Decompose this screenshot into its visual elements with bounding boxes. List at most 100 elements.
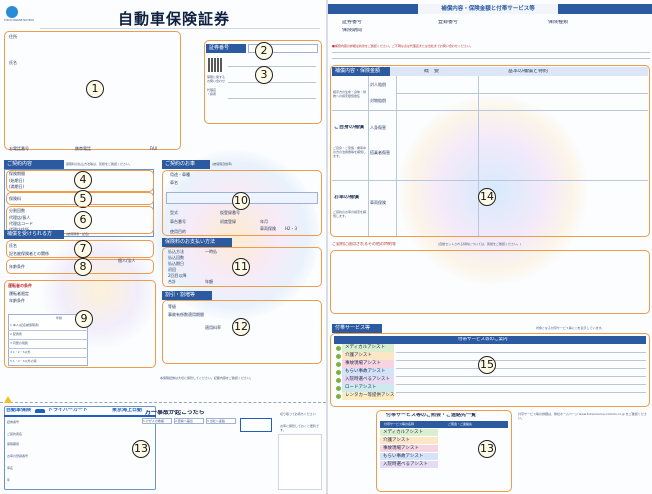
accident-title: 万一事故が起こったら: [145, 410, 205, 415]
payment-row: 初回: [168, 267, 176, 272]
mobile-label: 携帯電話: [75, 146, 91, 151]
service-item: メディカルアシスト: [342, 344, 394, 352]
marker-14: 14: [478, 188, 496, 206]
coverage-page: 補償内容・保険金額と付帯サービス等 証券番号 登録番号 保険期間 保険種類 ■補…: [328, 0, 652, 494]
service-contact-item: 入院時選べるアシスト: [380, 461, 438, 468]
marker-11: 11: [232, 258, 250, 276]
marker-2: 2: [255, 42, 273, 60]
marker-7: 7: [74, 240, 92, 258]
service-item: 事故現場アシスト: [342, 360, 394, 368]
marker-6: 6: [74, 211, 92, 229]
service-contacts-side-note: 付帯サービス等の詳細は、弊社ホームページ www.tokiomarine-nic…: [518, 412, 647, 420]
accident-step-label: 3.当社へ連絡: [207, 419, 225, 423]
card-field: ご契約者名: [7, 432, 23, 436]
other-clauses-note: (自動セットされる特約については、別紙をご確認ください。): [438, 242, 522, 246]
services-header: 付帯サービス等: [332, 324, 382, 333]
insured-name-label: 氏名: [9, 243, 17, 248]
cert-label: 証券番号: [342, 20, 363, 25]
coverage-side-text: ご自身・ご家族・乗車中の方の治療費等を補償します。: [333, 146, 367, 158]
premium-label: 保険料: [9, 196, 21, 201]
driver-table-row: 3 同居の親族: [10, 341, 28, 345]
vehicle-extra: H2・3: [285, 226, 298, 231]
address-label: 住所: [9, 34, 17, 39]
page-title: 自動車保険証券: [118, 10, 231, 28]
marker-3: 3: [255, 66, 273, 84]
marker-13-right: 13: [478, 440, 496, 458]
service-contact-item: 事故現場アシスト: [380, 445, 438, 452]
agent-code-label: 代理店コード: [9, 221, 33, 226]
driver-table-row: 2 配偶者: [10, 332, 22, 336]
period-label: 保険期間: [9, 171, 25, 176]
insured-type-label: 保険種類: [548, 20, 569, 25]
marker-12: 12: [232, 318, 250, 336]
discount-header: 割引・割増等: [162, 291, 212, 300]
card-field: 保険期間: [7, 442, 20, 446]
insured-header: 補償を受けられる方: [4, 230, 64, 239]
contact-line-2: お問い合わせ: [207, 79, 226, 83]
payment-extra: 一時払: [205, 249, 217, 254]
payment-row: 払込回数: [168, 255, 184, 260]
coverage-group-title: 車両保険: [370, 200, 386, 205]
cut-line: [0, 402, 326, 403]
service-item: もらい事故アシスト: [342, 368, 394, 376]
agent-label: 代理店/扱人: [9, 215, 31, 220]
service-contact-item: メディカルアシスト: [380, 429, 438, 436]
marker-4: 4: [74, 171, 92, 189]
vehicle-row: 車名: [170, 180, 178, 185]
fax-label: FAX: [150, 146, 158, 151]
payment-row: 払込方法: [168, 249, 184, 254]
card-company: 東京海上日動: [112, 408, 143, 413]
service-contact-item: 介護アシスト: [380, 437, 438, 444]
service-contacts-col-name: 付帯サービス等の名称: [384, 422, 415, 426]
coverage-group-title: ご自身の補償: [334, 125, 365, 130]
marker-9: 9: [75, 310, 93, 328]
company-logo: [6, 6, 18, 18]
payment-header: 保険料のお支払い方法: [162, 238, 232, 247]
services-table-header-label: 付帯サービス等のご案内: [458, 337, 508, 342]
discount-row: 等級: [168, 304, 176, 309]
payment-row: 払込期日: [168, 261, 184, 266]
service-item: 入院時選べるアシスト: [342, 376, 394, 384]
service-item: レンタカー等提供アシスト: [342, 392, 394, 400]
footer-note: 本保険証券は大切に保管してください。記載内容をご確認ください。: [160, 376, 253, 380]
coverage-col-overview: 概 要: [424, 69, 440, 74]
contract-details-header: ご契約内容: [4, 160, 64, 169]
cut-note: お車に保管しておくと便利です。: [280, 424, 319, 432]
card-field: 年: [7, 478, 11, 482]
coverage-group-title: 対人賠償: [370, 82, 386, 87]
driver-table-row: 4 1・2・3以外: [10, 350, 31, 354]
cut-note: 切り取ってお持ちください: [280, 412, 316, 416]
insured-relation-label: 記名被保険者との関係: [9, 251, 49, 256]
vehicle-row: 使用目的: [170, 229, 186, 234]
coverage-group-title: お車の補償: [334, 195, 360, 200]
card-title: ドライバーカード: [48, 408, 88, 413]
card-field: 車名: [7, 466, 14, 470]
service-contacts-title: 付帯サービス等のご照会・ご連絡先一覧: [386, 413, 477, 418]
vehicle-header-note: (被保険自動車): [212, 162, 233, 166]
marker-15: 15: [478, 356, 496, 374]
vehicle-row: 仮登録番号: [220, 210, 240, 215]
accident-step-label: 1.けが人の救護: [143, 419, 164, 423]
service-contacts-col-contact: ご照会・ご連絡先: [448, 422, 473, 426]
vehicle-row: 初度登録: [220, 219, 236, 224]
contract-details-note: 保険料の払込方法等は、別紙をご確認ください。: [66, 162, 133, 166]
vehicle-extra: 車両保険: [260, 226, 276, 231]
coverage-page-header-label: 補償内容・保険金額と付帯サービス等: [418, 4, 558, 14]
company-logo-text: TOKIO MARINE NICHIDO: [4, 19, 35, 22]
vehicle-header: ご契約のお車: [162, 160, 210, 169]
coverage-group-title: 搭乗者傷害: [370, 150, 390, 155]
vehicle-row: 車台番号: [170, 219, 186, 224]
cert-label: 保険期間: [342, 28, 363, 33]
card-field: 証券番号: [7, 420, 20, 424]
other-clauses-header: ご契約に適用されるその他の特約等: [332, 242, 396, 246]
marker-1: 1: [86, 80, 104, 98]
insured-person-label: 個人/法人: [118, 258, 136, 263]
period-to-label: (満期日): [9, 184, 25, 189]
policy-certificate-page: TOKIO MARINE NICHIDO 自動車保険証券 住所 氏名 お電話番号…: [0, 0, 326, 494]
period-from-label: (始期日): [9, 178, 25, 183]
payment-extra: 年額: [205, 279, 213, 284]
marker-10: 10: [232, 192, 250, 210]
payment-row: 合計: [168, 279, 176, 284]
driver-table-row: 1 本人(記名被保険者): [10, 323, 40, 327]
accident-phone-box: [240, 418, 272, 432]
